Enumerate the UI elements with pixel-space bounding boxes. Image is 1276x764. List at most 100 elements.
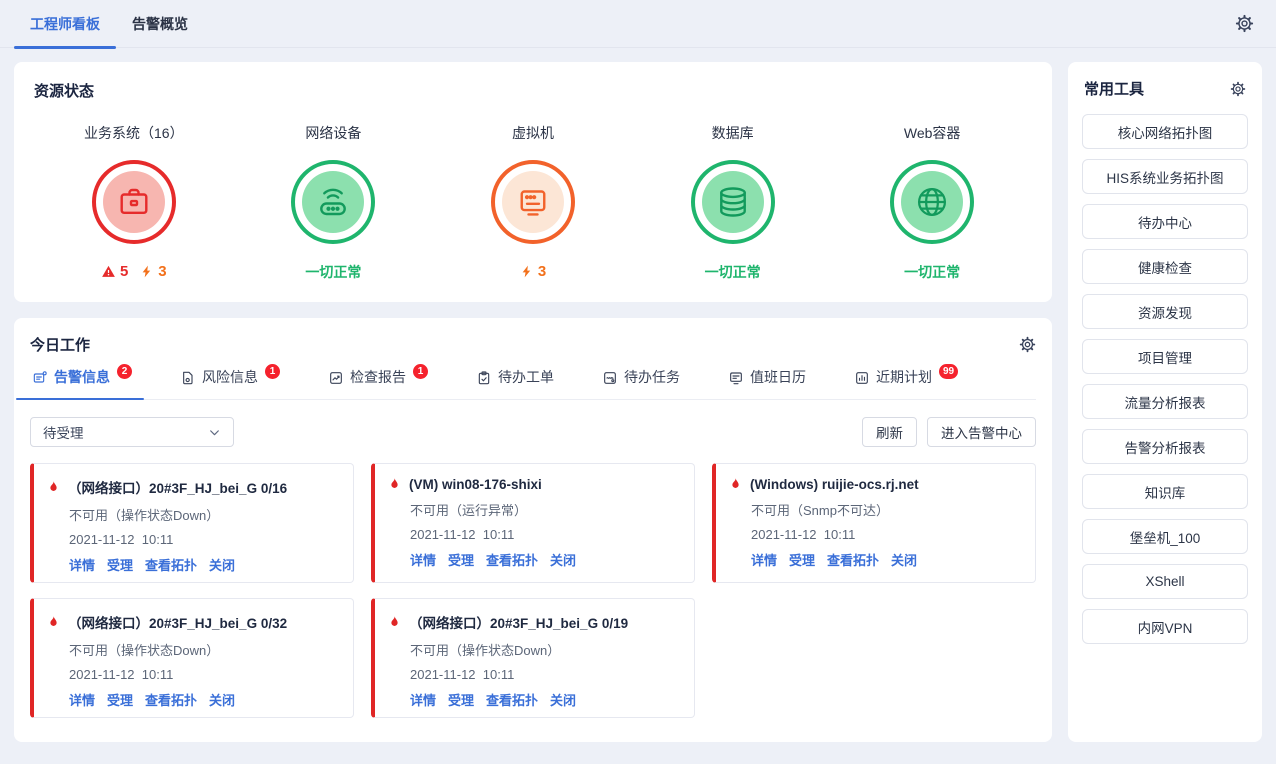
alert-card: (Windows) ruijie-ocs.rj.net 不可用（Snmp不可达）… — [712, 463, 1036, 583]
tab-label: 告警概览 — [132, 14, 188, 34]
today-work-card: 今日工作 告警信息 2 — [14, 318, 1052, 742]
briefcase-icon — [103, 171, 165, 233]
alert-topology-link[interactable]: 查看拓扑 — [827, 550, 879, 569]
alert-time: 2021-11-12 10:11 — [728, 527, 1021, 542]
resource-status-ring[interactable] — [691, 160, 775, 244]
warning-count: 5 — [101, 263, 128, 280]
alert-time: 2021-11-12 10:11 — [46, 667, 339, 682]
tool-bastion-host[interactable]: 堡垒机_100 — [1082, 519, 1248, 554]
tab-recent-plans[interactable]: 近期计划 99 — [852, 367, 960, 399]
alert-close-link[interactable]: 关闭 — [550, 550, 576, 569]
fire-icon — [387, 615, 402, 630]
alert-accept-link[interactable]: 受理 — [448, 690, 474, 709]
tool-his-business-topology[interactable]: HIS系统业务拓扑图 — [1082, 159, 1248, 194]
tab-engineer-dashboard[interactable]: 工程师看板 — [14, 0, 116, 47]
resource-status-ring[interactable] — [491, 160, 575, 244]
alert-desc: 不可用（操作状态Down） — [46, 640, 339, 659]
resource-item-databases: 数据库 一切正常 — [640, 123, 826, 282]
ticket-icon — [476, 370, 492, 386]
alert-close-link[interactable]: 关闭 — [209, 555, 235, 574]
alert-desc: 不可用（Snmp不可达） — [728, 500, 1021, 519]
resource-item-business-systems: 业务系统（16） 5 — [41, 123, 227, 282]
resource-status-title: 资源状态 — [34, 80, 1032, 101]
resource-status-ring[interactable] — [92, 160, 176, 244]
alert-detail-link[interactable]: 详情 — [410, 690, 436, 709]
alert-detail-link[interactable]: 详情 — [751, 550, 777, 569]
tool-intranet-vpn[interactable]: 内网VPN — [1082, 609, 1248, 644]
tab-risk-info[interactable]: 风险信息 1 — [178, 367, 282, 399]
tab-inspection-report[interactable]: 检查报告 1 — [326, 367, 430, 399]
resource-status-ok: 一切正常 — [904, 261, 960, 282]
alert-detail-link[interactable]: 详情 — [69, 690, 95, 709]
resource-item-network-devices: 网络设备 一切正常 — [240, 123, 426, 282]
alert-close-link[interactable]: 关闭 — [550, 690, 576, 709]
tab-badge: 1 — [265, 364, 280, 379]
resource-label: Web容器 — [904, 123, 961, 143]
alert-detail-link[interactable]: 详情 — [410, 550, 436, 569]
fault-count: 3 — [520, 263, 546, 280]
resource-status-ok: 一切正常 — [705, 261, 761, 282]
settings-gear-icon[interactable] — [1235, 14, 1254, 33]
tool-project-management[interactable]: 项目管理 — [1082, 339, 1248, 374]
fire-icon — [46, 615, 61, 630]
alert-close-link[interactable]: 关闭 — [891, 550, 917, 569]
select-value: 待受理 — [43, 422, 84, 442]
work-tabs: 告警信息 2 风险信息 1 检查报告 1 待办工单 — [30, 367, 1036, 400]
alert-topology-link[interactable]: 查看拓扑 — [145, 555, 197, 574]
resource-item-web-containers: Web容器 一切正常 — [839, 123, 1025, 282]
resource-label: 业务系统（16） — [84, 123, 184, 143]
tab-pending-tasks[interactable]: 待办任务 — [600, 367, 682, 399]
tool-xshell[interactable]: XShell — [1082, 564, 1248, 599]
today-work-title: 今日工作 — [30, 334, 90, 355]
resource-status-ok: 一切正常 — [305, 261, 361, 282]
tool-core-network-topology[interactable]: 核心网络拓扑图 — [1082, 114, 1248, 149]
tool-health-check[interactable]: 健康检查 — [1082, 249, 1248, 284]
tab-pending-tickets[interactable]: 待办工单 — [474, 367, 556, 399]
work-settings-gear-icon[interactable] — [1019, 336, 1036, 353]
risk-doc-icon — [180, 370, 196, 386]
tab-badge: 99 — [939, 364, 958, 379]
alert-accept-link[interactable]: 受理 — [107, 690, 133, 709]
alert-accept-link[interactable]: 受理 — [789, 550, 815, 569]
alert-desc: 不可用（运行异常） — [387, 500, 680, 519]
alert-detail-link[interactable]: 详情 — [69, 555, 95, 574]
alert-close-link[interactable]: 关闭 — [209, 690, 235, 709]
alert-topology-link[interactable]: 查看拓扑 — [486, 690, 538, 709]
task-icon — [602, 370, 618, 386]
tool-alert-analysis-report[interactable]: 告警分析报表 — [1082, 429, 1248, 464]
alert-accept-link[interactable]: 受理 — [107, 555, 133, 574]
alert-card: (VM) win08-176-shixi 不可用（运行异常） 2021-11-1… — [371, 463, 695, 583]
alert-card: （网络接口）20#3F_HJ_bei_G 0/16 不可用（操作状态Down） … — [30, 463, 354, 583]
tab-alert-info[interactable]: 告警信息 2 — [30, 367, 134, 399]
resource-label: 网络设备 — [305, 123, 361, 143]
alert-topology-link[interactable]: 查看拓扑 — [486, 550, 538, 569]
tool-knowledge-base[interactable]: 知识库 — [1082, 474, 1248, 509]
tab-badge: 2 — [117, 364, 132, 379]
alert-status-select[interactable]: 待受理 — [30, 417, 234, 447]
fire-icon — [728, 477, 743, 492]
tool-traffic-analysis-report[interactable]: 流量分析报表 — [1082, 384, 1248, 419]
alert-accept-link[interactable]: 受理 — [448, 550, 474, 569]
resource-status-ring[interactable] — [890, 160, 974, 244]
tool-todo-center[interactable]: 待办中心 — [1082, 204, 1248, 239]
alert-title: （网络接口）20#3F_HJ_bei_G 0/19 — [409, 612, 628, 632]
tab-duty-calendar[interactable]: 值班日历 — [726, 367, 808, 399]
tool-resource-discovery[interactable]: 资源发现 — [1082, 294, 1248, 329]
alert-time: 2021-11-12 10:11 — [46, 532, 339, 547]
resource-status-ring[interactable] — [291, 160, 375, 244]
alert-desc: 不可用（操作状态Down） — [46, 505, 339, 524]
resource-label: 数据库 — [712, 123, 754, 143]
alert-title: (Windows) ruijie-ocs.rj.net — [750, 477, 919, 492]
common-tools-card: 常用工具 核心网络拓扑图 HIS系统业务拓扑图 待办中心 健康检查 资源发现 项… — [1068, 62, 1262, 742]
top-tab-bar: 工程师看板 告警概览 — [0, 0, 1276, 48]
tools-settings-gear-icon[interactable] — [1230, 81, 1246, 97]
alert-message-icon — [32, 370, 48, 386]
alert-topology-link[interactable]: 查看拓扑 — [145, 690, 197, 709]
refresh-button[interactable]: 刷新 — [862, 417, 917, 447]
lightning-icon — [520, 264, 534, 279]
alert-center-button[interactable]: 进入告警中心 — [927, 417, 1036, 447]
fault-count: 3 — [140, 263, 166, 280]
database-icon — [702, 171, 764, 233]
tab-alert-overview[interactable]: 告警概览 — [116, 0, 204, 47]
resource-status-card: 资源状态 业务系统（16） — [14, 62, 1052, 302]
